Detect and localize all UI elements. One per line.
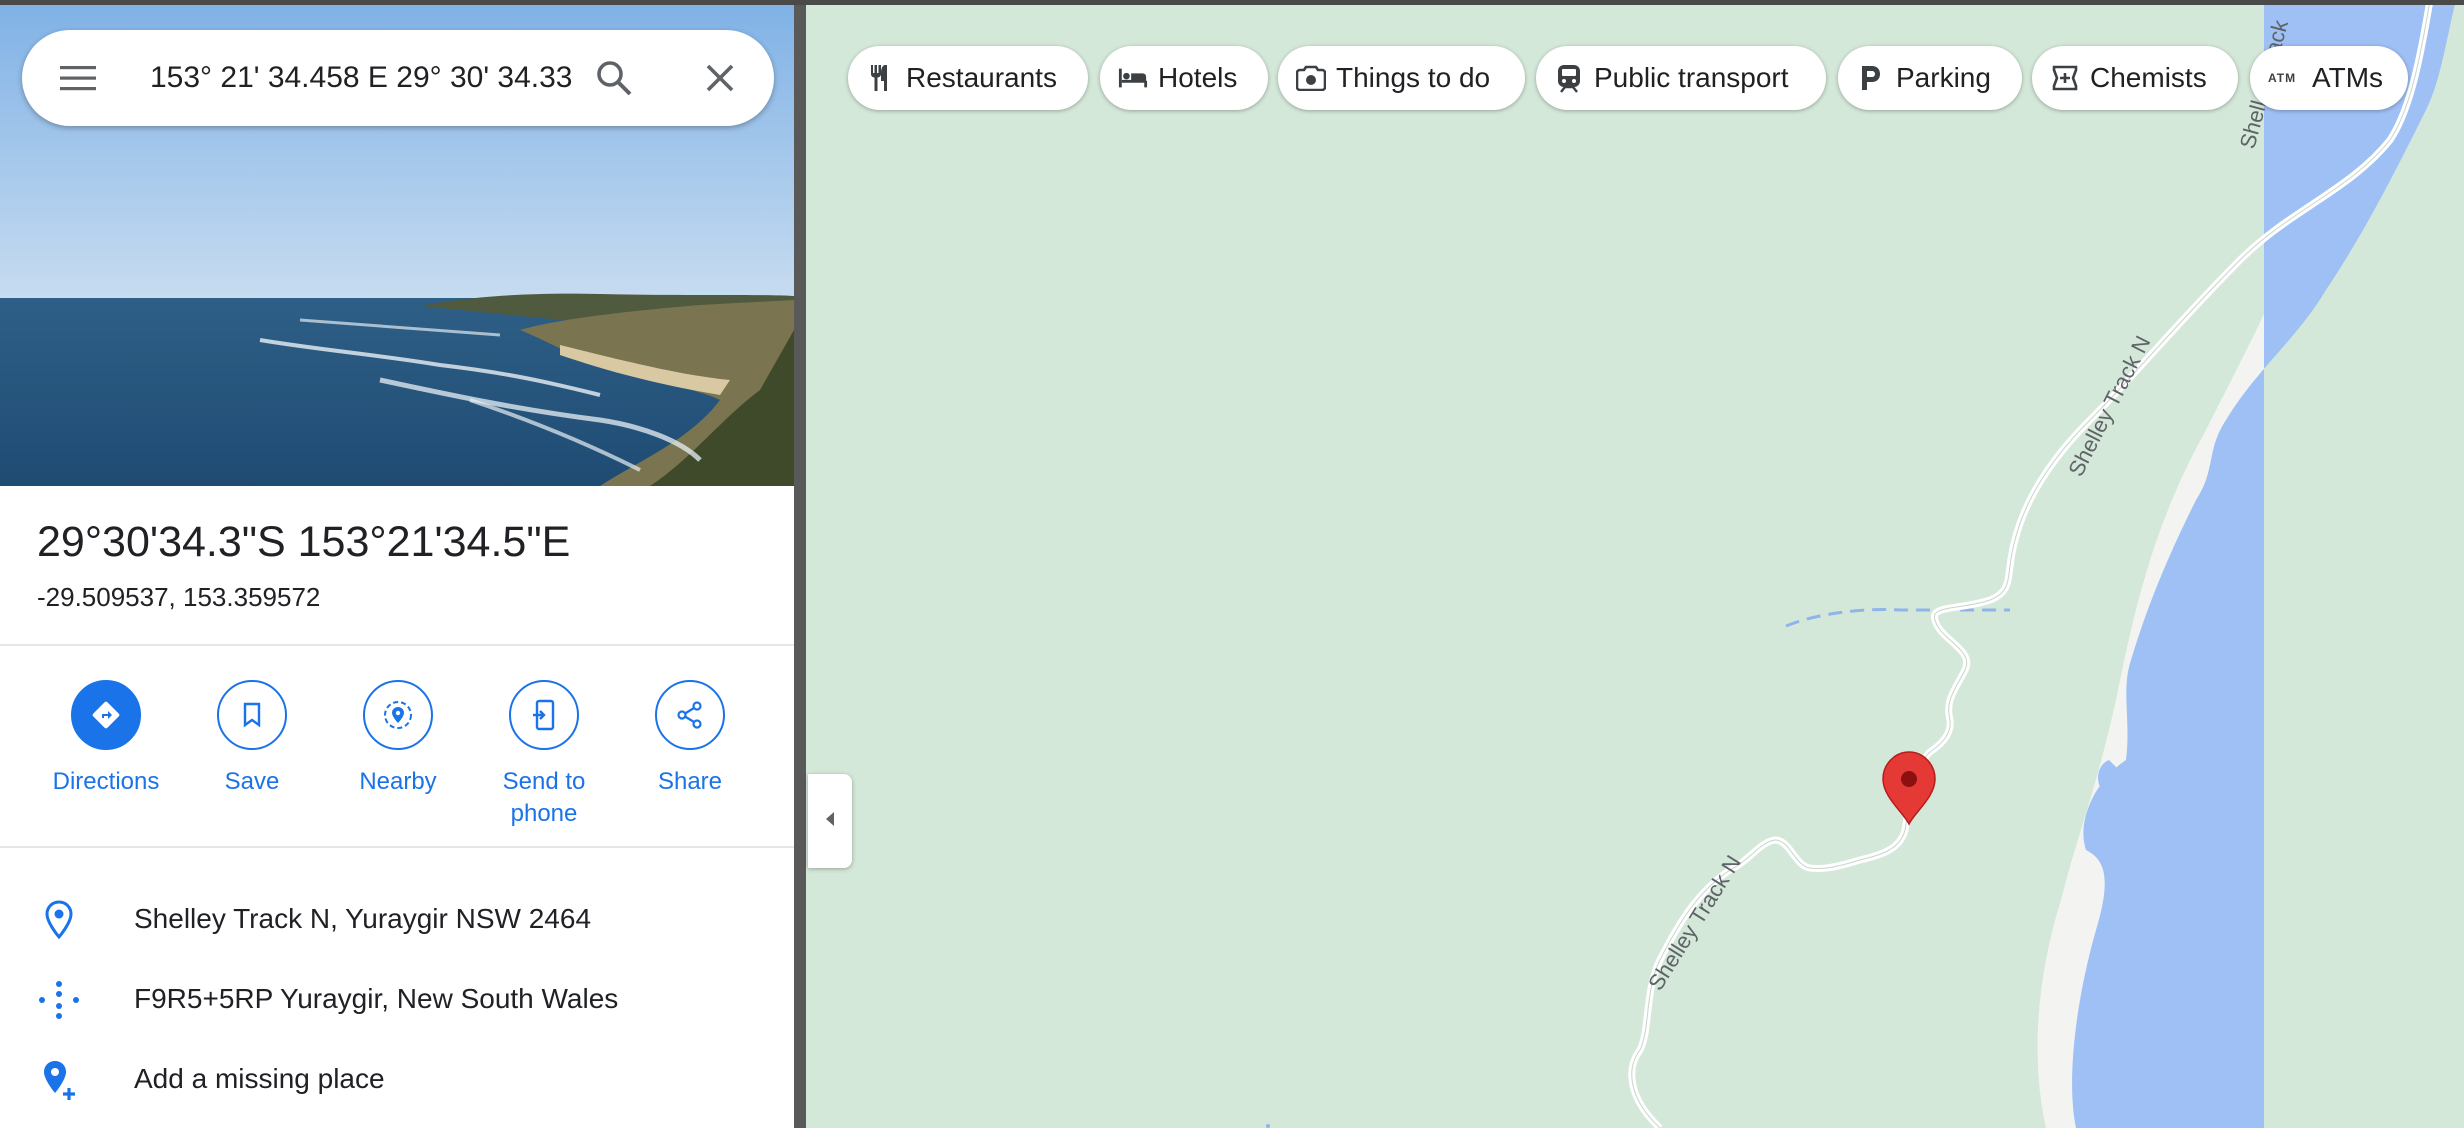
chip-public-transport[interactable]: Public transport: [1536, 46, 1826, 110]
search-input[interactable]: 153° 21' 34.458 E 29° 30' 34.33: [150, 56, 590, 100]
nearby-button[interactable]: Nearby: [328, 680, 468, 798]
side-panel: 29°30'34.3"S 153°21'34.5"E -29.509537, 1…: [0, 0, 794, 1128]
directions-icon: [71, 680, 141, 750]
directions-button[interactable]: Directions: [36, 680, 176, 798]
action-label: Directions: [52, 768, 160, 795]
chip-parking[interactable]: Parking: [1838, 46, 2022, 110]
send-to-phone-button[interactable]: Send to phone: [474, 680, 614, 830]
chip-label: Things to do: [1336, 62, 1491, 93]
location-pin-outline-icon: [36, 897, 82, 943]
action-label: Save: [224, 768, 280, 795]
address-row[interactable]: Shelley Track N, Yuraygir NSW 2464: [0, 885, 794, 955]
place-title: 29°30'34.3"S 153°21'34.5"E: [37, 518, 571, 566]
hotel-icon: [1118, 63, 1148, 93]
camera-icon: [1296, 63, 1326, 93]
plus-code-text: F9R5+5RP Yuraygir, New South Wales: [134, 983, 619, 1014]
add-location-icon: [36, 1057, 82, 1103]
plus-code-row[interactable]: F9R5+5RP Yuraygir, New South Wales: [0, 965, 794, 1035]
action-label: Send to phone: [502, 768, 586, 827]
share-button[interactable]: Share: [620, 680, 760, 798]
search-box[interactable]: 153° 21' 34.458 E 29° 30' 34.33: [22, 30, 774, 126]
address-text: Shelley Track N, Yuraygir NSW 2464: [134, 903, 592, 934]
chip-label: Restaurants: [906, 62, 1057, 93]
close-icon[interactable]: [698, 56, 742, 100]
nearby-icon: [363, 680, 433, 750]
divider: [0, 846, 794, 848]
chip-hotels[interactable]: Hotels: [1100, 46, 1268, 110]
chip-label: Parking: [1896, 62, 1991, 93]
collapse-panel-button[interactable]: [808, 774, 852, 868]
chip-atms[interactable]: ATM ATMs: [2250, 46, 2408, 110]
chip-label: ATMs: [2312, 62, 2384, 93]
window-top-border: [0, 0, 2464, 5]
svg-text:ATM: ATM: [2268, 71, 2296, 85]
chip-label: Chemists: [2090, 62, 2207, 93]
search-icon[interactable]: [592, 56, 636, 100]
decimal-coordinates[interactable]: -29.509537, 153.359572: [37, 582, 320, 613]
bookmark-icon: [217, 680, 287, 750]
divider: [0, 644, 794, 646]
send-to-phone-icon: [509, 680, 579, 750]
add-place-text: Add a missing place: [134, 1063, 385, 1094]
chevron-left-icon: [823, 810, 837, 833]
chip-restaurants[interactable]: Restaurants: [848, 46, 1088, 110]
action-label: Nearby: [359, 768, 437, 795]
action-label: Share: [657, 768, 723, 795]
add-missing-place-row[interactable]: Add a missing place: [0, 1045, 794, 1115]
parking-icon: [1856, 63, 1886, 93]
atm-icon: ATM: [2268, 63, 2302, 93]
chip-label: Hotels: [1158, 62, 1238, 93]
map-layer: Shelley Track N Shelley Track N Shelley …: [806, 0, 2464, 1128]
train-icon: [1554, 63, 1584, 93]
plus-code-icon: [36, 977, 82, 1023]
panel-divider[interactable]: [794, 0, 806, 1128]
chip-chemists[interactable]: Chemists: [2032, 46, 2238, 110]
menu-icon[interactable]: [58, 60, 98, 96]
map-canvas[interactable]: Shelley Track N Shelley Track N Shelley …: [806, 0, 2464, 1128]
share-icon: [655, 680, 725, 750]
chip-label: Public transport: [1594, 62, 1789, 93]
chip-things-to-do[interactable]: Things to do: [1278, 46, 1525, 110]
save-button[interactable]: Save: [182, 680, 322, 798]
restaurant-icon: [866, 63, 896, 93]
chemist-icon: [2050, 63, 2080, 93]
